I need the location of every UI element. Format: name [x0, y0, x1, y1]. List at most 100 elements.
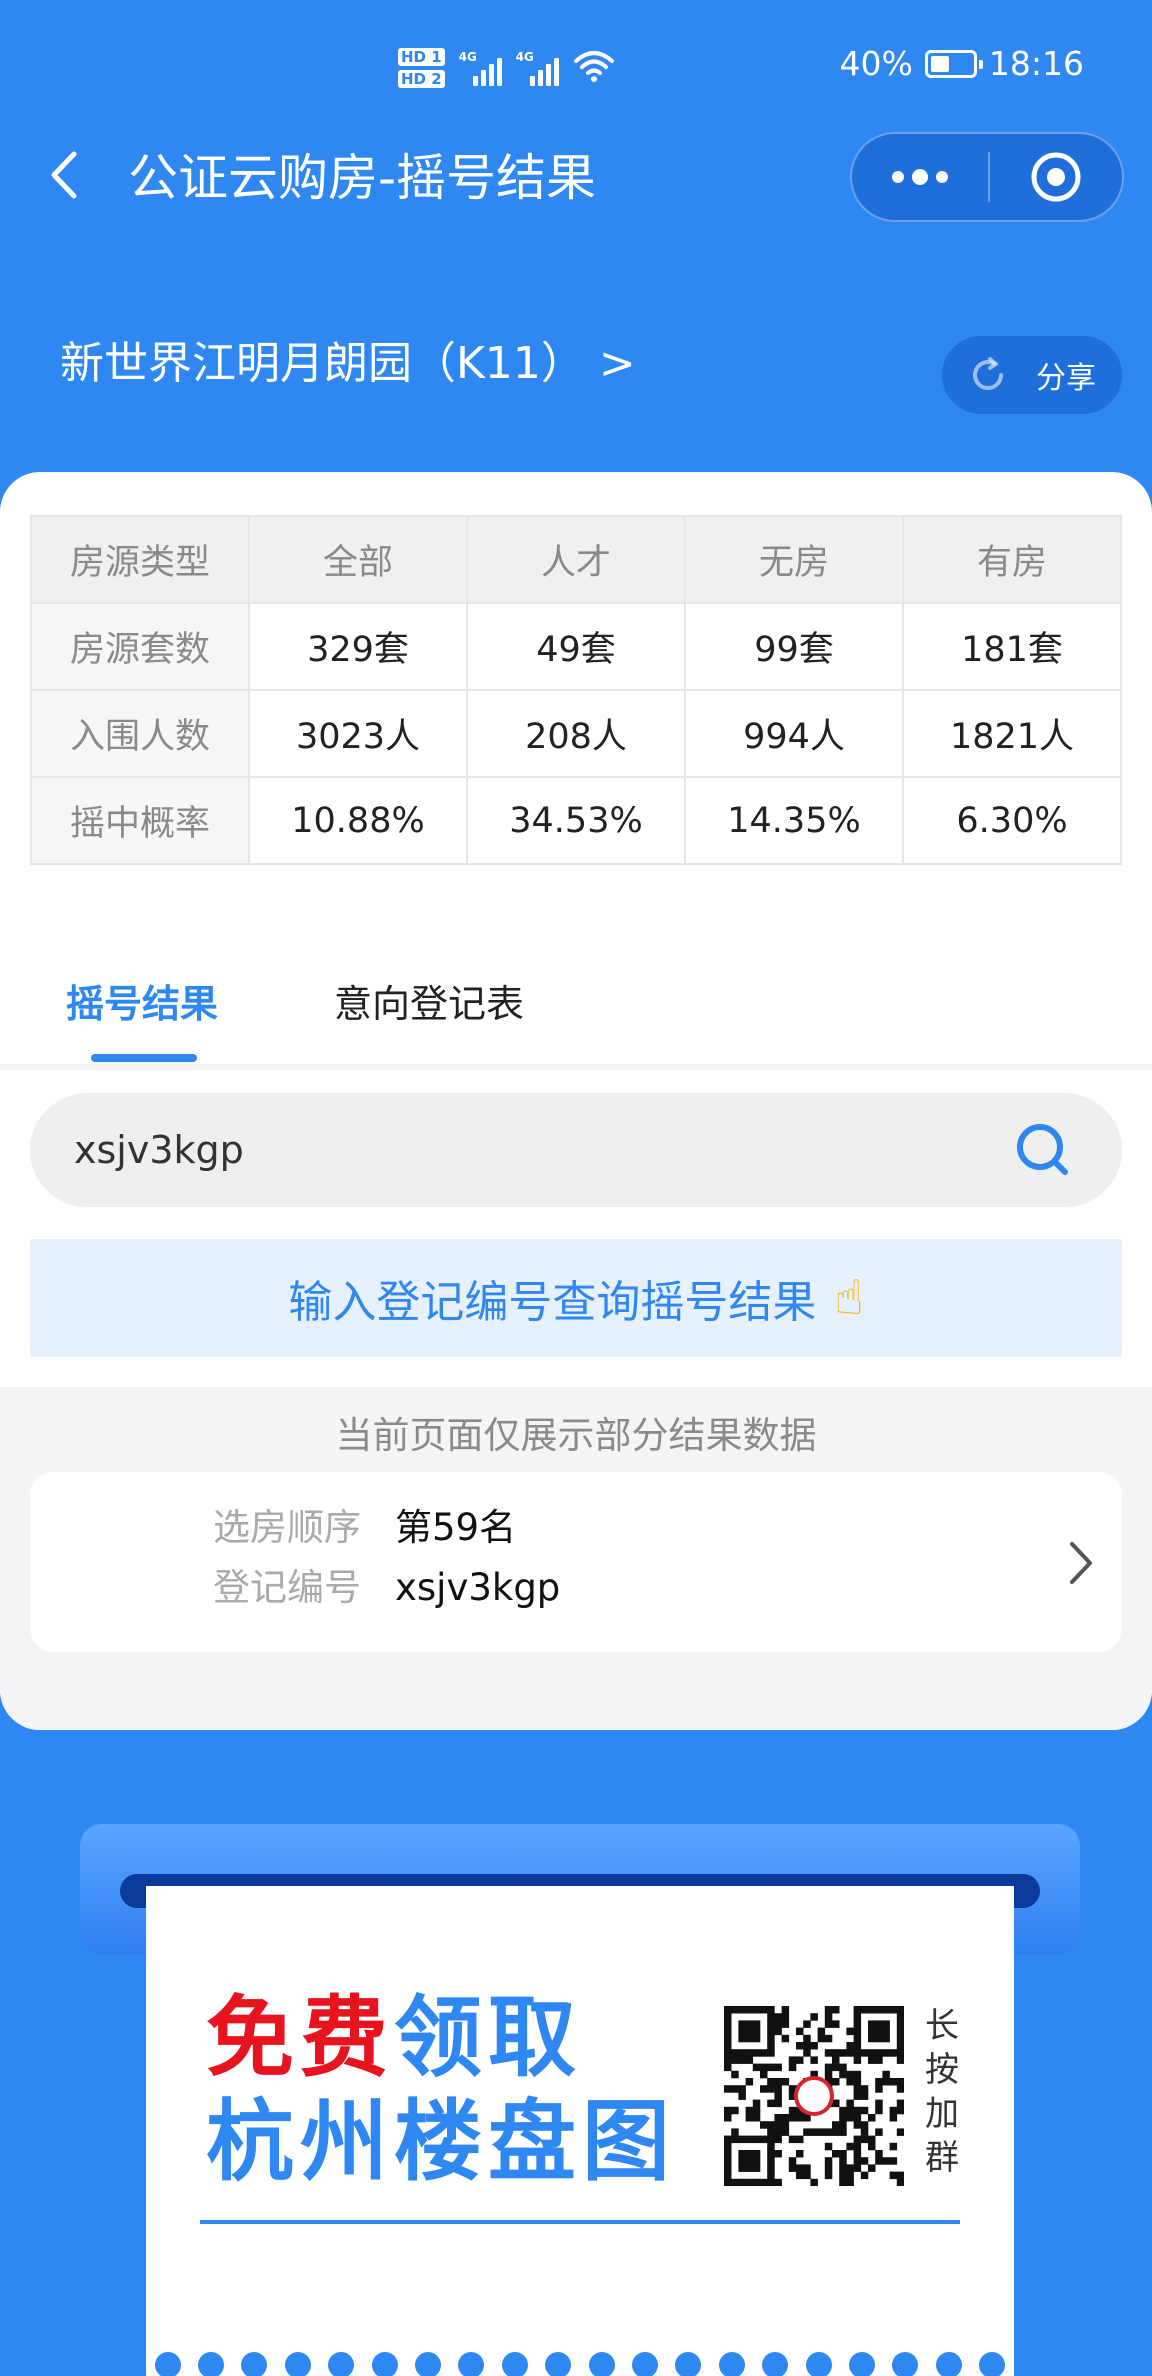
- qr-module: [796, 2114, 804, 2122]
- status-right: 40% 18:16: [840, 44, 1084, 83]
- search-icon[interactable]: [1008, 1115, 1078, 1185]
- table-row: 房源套数 329套 49套 99套 181套: [30, 602, 1122, 691]
- more-dot-icon: [892, 171, 904, 183]
- scallop-dot: [979, 2352, 1006, 2376]
- qr-module: [724, 2034, 732, 2043]
- qr-module: [724, 2178, 732, 2187]
- promo-line-1: 免费领取: [206, 1986, 676, 2090]
- qr-module: [781, 2121, 790, 2129]
- qr-module: [832, 2078, 840, 2086]
- qr-module: [752, 2150, 761, 2158]
- qr-module: [896, 2013, 905, 2021]
- qr-module: [860, 2171, 869, 2180]
- network-type-2: 4G: [515, 50, 534, 64]
- col-header: 有房: [902, 515, 1122, 604]
- share-label: 分享: [1036, 361, 1096, 396]
- qr-module: [875, 2056, 883, 2064]
- qr-module: [767, 2142, 775, 2151]
- close-miniprogram-button[interactable]: [990, 134, 1122, 220]
- qr-module: [774, 2114, 782, 2122]
- qr-module: [824, 2164, 833, 2172]
- qr-module: [767, 2150, 775, 2158]
- qr-module: [752, 2157, 761, 2165]
- table-row: 入围人数 3023人 208人 994人 1821人: [30, 689, 1122, 778]
- qr-module: [738, 2092, 746, 2100]
- qr-module: [824, 2020, 833, 2028]
- promo-banner[interactable]: 免费领取 杭州楼盘图 长 按 加 群: [146, 1886, 1014, 2376]
- qr-module: [846, 2142, 854, 2151]
- qr-module: [824, 2171, 833, 2180]
- share-button[interactable]: 分享: [942, 336, 1122, 414]
- qr-module: [774, 2178, 782, 2187]
- promo-get-text: 领取: [394, 1986, 583, 2089]
- qr-module: [767, 2128, 775, 2136]
- qr-module: [882, 2157, 890, 2165]
- qr-module: [796, 2171, 804, 2180]
- qr-module: [860, 2121, 869, 2129]
- qr-module: [875, 2085, 883, 2093]
- more-button[interactable]: [852, 134, 988, 220]
- qr-module: [824, 2034, 833, 2043]
- tab-lottery-result[interactable]: 摇号结果: [66, 944, 218, 1064]
- registration-label: 登记编号: [213, 1566, 361, 1609]
- search-input[interactable]: xsjv3kgp: [30, 1093, 1122, 1207]
- qr-module: [745, 2020, 754, 2028]
- qr-module: [724, 2056, 732, 2064]
- qr-code[interactable]: [724, 2006, 905, 2187]
- qr-module: [817, 2027, 826, 2036]
- qr-module: [846, 2099, 854, 2108]
- project-name-link[interactable]: 新世界江明月朗园（K11） >: [60, 334, 636, 394]
- qr-module: [875, 2128, 883, 2136]
- more-dot-icon: [912, 169, 928, 185]
- qr-module: [860, 2106, 869, 2115]
- qr-module: [767, 2049, 775, 2057]
- qr-module: [731, 2056, 739, 2064]
- qr-module: [839, 2164, 847, 2172]
- qr-module: [896, 2006, 905, 2014]
- qr-module: [882, 2049, 890, 2057]
- qr-module: [781, 2128, 790, 2136]
- promo-scallop-edge: [146, 2350, 1014, 2376]
- qr-module: [896, 2056, 905, 2064]
- qr-module: [781, 2013, 790, 2021]
- tab-intention-form[interactable]: 意向登记表: [334, 944, 524, 1064]
- qr-module: [731, 2128, 739, 2136]
- table-cell: 49套: [466, 602, 686, 691]
- result-item[interactable]: 选房顺序 第59名 登记编号 xsjv3kgp: [30, 1472, 1122, 1652]
- qr-module: [781, 2114, 790, 2122]
- qr-module: [860, 2049, 869, 2057]
- qr-module: [824, 2157, 833, 2165]
- scallop-dot: [458, 2352, 485, 2376]
- page-title: 公证云购房-摇号结果: [128, 149, 597, 207]
- hd1-badge: HD 1: [398, 48, 445, 66]
- qr-module: [724, 2114, 732, 2122]
- qr-module: [767, 2121, 775, 2129]
- network-type-1: 4G: [458, 50, 477, 64]
- qr-module: [752, 2178, 761, 2187]
- qr-module: [745, 2114, 754, 2122]
- hd-badges: HD 1 HD 2: [398, 48, 445, 88]
- search-hint-banner: 输入登记编号查询摇号结果 ☝: [30, 1239, 1122, 1357]
- scallop-dot: [284, 2352, 311, 2376]
- scallop-dot: [935, 2352, 962, 2376]
- table-cell: 99套: [684, 602, 904, 691]
- qr-module: [853, 2150, 862, 2158]
- search-input-value[interactable]: xsjv3kgp: [74, 1128, 1008, 1172]
- cell-signal-1-icon: 4G: [459, 50, 502, 86]
- qr-module: [853, 2121, 862, 2129]
- qr-module: [889, 2049, 898, 2057]
- qr-module: [875, 2106, 883, 2115]
- qr-module: [839, 2049, 847, 2057]
- scallop-dot: [241, 2352, 268, 2376]
- qr-module: [724, 2171, 732, 2180]
- qr-module: [896, 2078, 905, 2086]
- order-value: 第59名: [395, 1506, 517, 1549]
- qr-module: [760, 2006, 768, 2014]
- back-button[interactable]: [38, 140, 88, 210]
- registration-value: xsjv3kgp: [395, 1566, 561, 1609]
- qr-module: [810, 2013, 818, 2021]
- qr-module: [752, 2027, 761, 2036]
- qr-module: [803, 2042, 811, 2050]
- side-char: 加: [925, 2094, 959, 2134]
- qr-module: [760, 2070, 768, 2079]
